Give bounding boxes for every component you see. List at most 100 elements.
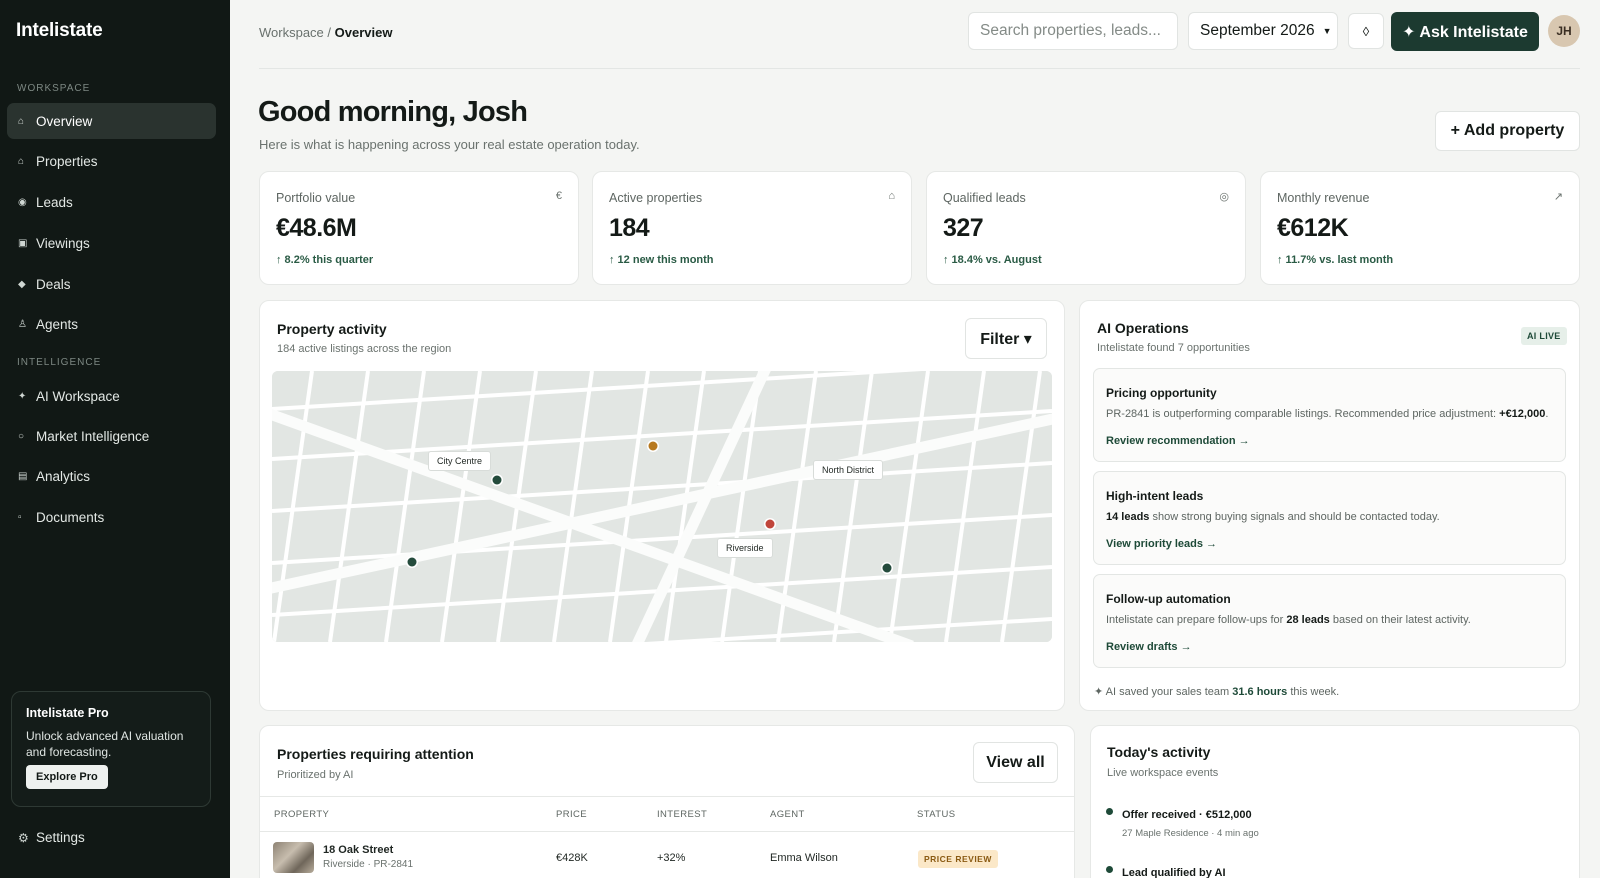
kpi-label: Portfolio value <box>276 191 356 205</box>
ai-item-description: PR-2841 is outperforming comparable list… <box>1106 408 1549 420</box>
month-select[interactable]: September 2026 ▼ <box>1188 12 1338 50</box>
kpi-delta: ↑ 18.4% vs. August <box>943 254 1042 266</box>
sidebar-item-properties[interactable]: ⌂ Properties <box>7 143 216 179</box>
sidebar-item-label: Leads <box>36 194 73 210</box>
sidebar-item-documents[interactable]: ▫ Documents <box>7 499 216 535</box>
sidebar-item-overview[interactable]: ⌂ Overview <box>7 103 216 139</box>
view-priority-leads-link[interactable]: View priority leads → <box>1106 538 1217 550</box>
ai-item-description: Intelistate can prepare follow-ups for 2… <box>1106 614 1471 626</box>
ai-item-title: High-intent leads <box>1106 489 1204 503</box>
promo-title: Intelistate Pro <box>26 706 109 720</box>
kpi-card-revenue: Monthly revenue ↗ €612K ↑ 11.7% vs. last… <box>1260 171 1580 285</box>
column-header[interactable]: PRICE <box>556 809 587 820</box>
kpi-delta: ↑ 12 new this month <box>609 254 714 266</box>
map-label-riverside[interactable]: Riverside <box>717 538 773 558</box>
circle-icon: ○ <box>18 430 25 442</box>
target-icon: ◎ <box>1219 191 1229 203</box>
breadcrumb-root[interactable]: Workspace <box>259 25 324 40</box>
property-map[interactable]: City Centre North District Riverside <box>272 371 1052 642</box>
document-icon: ▫ <box>18 511 22 523</box>
card-title: AI Operations <box>1097 320 1189 336</box>
calendar-icon: ▣ <box>18 237 28 249</box>
sidebar-item-analytics[interactable]: ▤ Analytics <box>7 458 216 494</box>
sidebar-item-label: Settings <box>36 830 85 845</box>
sidebar-item-label: Overview <box>36 113 93 129</box>
kpi-card-leads: Qualified leads ◎ 327 ↑ 18.4% vs. August <box>926 171 1246 285</box>
sidebar-item-label: Documents <box>36 509 105 525</box>
kpi-label: Qualified leads <box>943 191 1026 205</box>
sidebar-item-ai-workspace[interactable]: ✦ AI Workspace <box>7 378 216 414</box>
column-header[interactable]: AGENT <box>770 809 805 820</box>
sidebar-item-viewings[interactable]: ▣ Viewings <box>7 225 216 261</box>
review-drafts-link[interactable]: Review drafts → <box>1106 641 1192 653</box>
sidebar-item-agents[interactable]: ♙ Agents <box>7 306 216 342</box>
card-title: Properties requiring attention <box>277 746 474 762</box>
property-price: €428K <box>556 852 588 864</box>
sidebar-item-deals[interactable]: ◆ Deals <box>7 266 216 302</box>
promo-text: Unlock advanced AI valuation and forecas… <box>26 729 184 759</box>
card-subtitle: Intelistate found 7 opportunities <box>1097 342 1250 354</box>
column-header[interactable]: STATUS <box>917 809 955 820</box>
sidebar-item-settings[interactable]: ⚙ Settings <box>18 830 85 845</box>
ai-savings-note: ✦ AI saved your sales team 31.6 hours th… <box>1094 686 1340 698</box>
property-thumbnail <box>273 842 314 873</box>
search-input[interactable]: Search properties, leads... <box>968 12 1178 50</box>
chevron-down-icon: ▼ <box>1322 26 1332 36</box>
section-workspace: WORKSPACE <box>17 83 91 94</box>
table-divider <box>260 796 1074 797</box>
sparkle-icon: ✦ <box>18 390 27 402</box>
card-title: Today's activity <box>1107 744 1211 760</box>
review-recommendation-link[interactable]: Review recommendation → <box>1106 435 1250 447</box>
card-subtitle: Live workspace events <box>1107 767 1219 779</box>
sidebar-item-market-intelligence[interactable]: ○ Market Intelligence <box>7 418 216 454</box>
pro-promo-card: Intelistate Pro Unlock advanced AI valua… <box>11 691 211 807</box>
view-all-button[interactable]: View all <box>973 742 1058 783</box>
kpi-card-portfolio: Portfolio value € €48.6M ↑ 8.2% this qua… <box>259 171 579 285</box>
euro-icon: € <box>555 190 562 202</box>
divider <box>259 68 1580 69</box>
kpi-value: €612K <box>1277 214 1349 242</box>
ask-intelistate-button[interactable]: ✦ Ask Intelistate <box>1391 12 1539 51</box>
column-header[interactable]: INTEREST <box>657 809 707 820</box>
property-agent: Emma Wilson <box>770 852 838 864</box>
kpi-value: €48.6M <box>276 214 357 242</box>
sidebar-item-label: Properties <box>36 153 98 169</box>
sidebar-item-label: AI Workspace <box>36 388 120 404</box>
home-icon: ⌂ <box>888 190 895 202</box>
avatar[interactable]: JH <box>1548 15 1580 47</box>
person-icon: ♙ <box>18 318 27 330</box>
kpi-delta: ↑ 11.7% vs. last month <box>1277 254 1394 266</box>
page-title: Good morning, Josh <box>258 96 528 128</box>
column-header[interactable]: PROPERTY <box>274 809 329 820</box>
ai-live-badge: AI LIVE <box>1521 327 1567 345</box>
home-icon: ⌂ <box>18 115 25 127</box>
kpi-value: 327 <box>943 214 984 242</box>
ai-item-leads: High-intent leads 14 leads show strong b… <box>1093 471 1566 565</box>
gear-icon: ⚙ <box>18 830 29 845</box>
filter-button[interactable]: Filter ▾ <box>965 318 1047 359</box>
sidebar-item-label: Agents <box>36 316 79 332</box>
kpi-value: 184 <box>609 214 650 242</box>
kpi-delta: ↑ 8.2% this quarter <box>276 254 374 266</box>
map-label-city-centre[interactable]: City Centre <box>428 451 492 471</box>
map-label-north-district[interactable]: North District <box>813 460 884 480</box>
property-name[interactable]: 18 Oak Street <box>323 844 393 856</box>
ai-item-title: Pricing opportunity <box>1106 386 1217 400</box>
timeline-dot <box>1106 866 1113 873</box>
map-canvas <box>272 371 1052 642</box>
sidebar-item-label: Market Intelligence <box>36 428 150 444</box>
ai-item-description: 14 leads show strong buying signals and … <box>1106 511 1440 523</box>
theme-toggle-button[interactable]: ◊ <box>1348 13 1384 49</box>
property-meta: Riverside · PR-2841 <box>323 859 414 870</box>
brand-logo[interactable]: Intelistate <box>16 20 103 42</box>
add-property-button[interactable]: + Add property <box>1435 111 1580 151</box>
sidebar-item-leads[interactable]: ◉ Leads <box>7 184 216 220</box>
activity-title[interactable]: Lead qualified by AI <box>1122 867 1226 878</box>
trend-up-icon: ↗ <box>1553 191 1563 203</box>
sidebar-item-label: Deals <box>36 276 71 292</box>
activity-title[interactable]: Offer received · €512,000 <box>1122 809 1252 821</box>
activity-meta: 27 Maple Residence · 4 min ago <box>1122 828 1259 839</box>
kpi-label: Monthly revenue <box>1277 191 1370 205</box>
chart-icon: ▤ <box>18 470 28 482</box>
explore-pro-button[interactable]: Explore Pro <box>26 765 108 789</box>
